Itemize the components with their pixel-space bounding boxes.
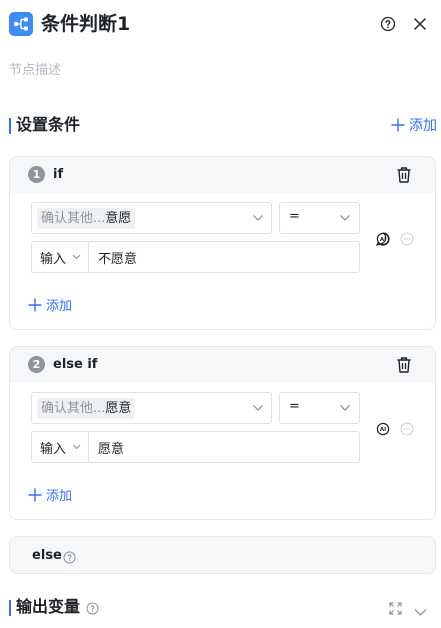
condition-label: else if [53, 357, 98, 372]
value-input-row: 输入 愿意 [31, 431, 360, 463]
operator-select[interactable]: = [279, 202, 360, 234]
operator-value: = [289, 399, 300, 414]
node-description-input[interactable]: 节点描述 [9, 59, 61, 78]
plus-icon [28, 297, 42, 312]
add-condition-label: 添加 [409, 118, 437, 134]
section-title: 输出变量 [16, 597, 81, 616]
section-title: 设置条件 [16, 115, 81, 134]
input-type-select[interactable]: 输入 [32, 432, 89, 462]
svg-text:AI: AI [380, 237, 386, 243]
plus-icon [28, 487, 42, 502]
add-sub-condition-button[interactable]: 添加 [28, 295, 72, 314]
more-icon[interactable] [400, 421, 414, 436]
operator-select[interactable]: = [279, 392, 360, 424]
else-label: else [32, 548, 62, 563]
condition-index-badge: 1 [28, 166, 45, 183]
chevron-down-icon [253, 405, 263, 411]
branch-node-icon [9, 12, 33, 36]
chevron-down-icon [340, 215, 350, 221]
close-icon[interactable] [412, 16, 428, 32]
value-input[interactable]: 愿意 [98, 438, 124, 457]
node-title[interactable]: 条件判断1 [41, 12, 130, 36]
value-input[interactable]: 不愿意 [98, 248, 137, 267]
variable-select[interactable]: 确认其他...意愿 [31, 202, 272, 234]
variable-name: 意愿 [105, 211, 132, 226]
section-accent-bar [9, 600, 11, 616]
chevron-down-icon [253, 215, 263, 221]
value-input-row: 输入 不愿意 [31, 241, 360, 273]
condition-card-if: 1 if 确认其他...意愿 = 输入 不愿意 AI 添加 [9, 156, 436, 330]
add-sub-condition-label: 添加 [46, 489, 73, 504]
output-section-header: 输出变量 [9, 596, 437, 618]
help-icon[interactable] [380, 16, 396, 32]
trash-icon[interactable] [396, 356, 412, 374]
ai-icon[interactable]: AI [375, 231, 390, 247]
expand-icon[interactable] [389, 600, 402, 615]
help-icon[interactable] [63, 549, 76, 564]
node-header: 条件判断1 [0, 0, 441, 50]
svg-text:AI: AI [380, 427, 386, 433]
variable-tag: 确认其他...愿意 [37, 398, 136, 419]
plus-icon [391, 118, 405, 132]
input-type-label: 输入 [40, 252, 67, 267]
chevron-down-icon [340, 405, 350, 411]
variable-select[interactable]: 确认其他...愿意 [31, 392, 272, 424]
add-condition-button[interactable]: 添加 [391, 115, 437, 135]
add-sub-condition-button[interactable]: 添加 [28, 485, 72, 504]
condition-card-header: 2 else if [10, 347, 435, 383]
section-accent-bar [9, 118, 11, 134]
operator-value: = [289, 209, 300, 224]
add-sub-condition-label: 添加 [46, 299, 73, 314]
chevron-down-icon [72, 444, 81, 450]
condition-label: if [53, 167, 64, 182]
variable-name: 愿意 [105, 401, 132, 416]
help-icon[interactable] [86, 600, 99, 615]
conditions-section-header: 设置条件 添加 [9, 114, 437, 136]
condition-card-else-if: 2 else if 确认其他...愿意 = 输入 愿意 AI 添加 [9, 346, 436, 520]
chevron-down-icon [72, 254, 81, 260]
input-type-select[interactable]: 输入 [32, 242, 89, 272]
chevron-down-icon[interactable] [414, 602, 427, 616]
variable-prefix: 确认其他... [41, 211, 106, 226]
input-type-label: 输入 [40, 442, 67, 457]
variable-prefix: 确认其他... [41, 401, 106, 416]
condition-index-badge: 2 [28, 356, 45, 373]
else-branch-card: else [9, 536, 436, 574]
more-icon[interactable] [400, 231, 414, 246]
trash-icon[interactable] [396, 166, 412, 184]
variable-tag: 确认其他...意愿 [37, 208, 136, 229]
condition-card-header: 1 if [10, 157, 435, 193]
ai-icon[interactable]: AI [376, 421, 390, 436]
